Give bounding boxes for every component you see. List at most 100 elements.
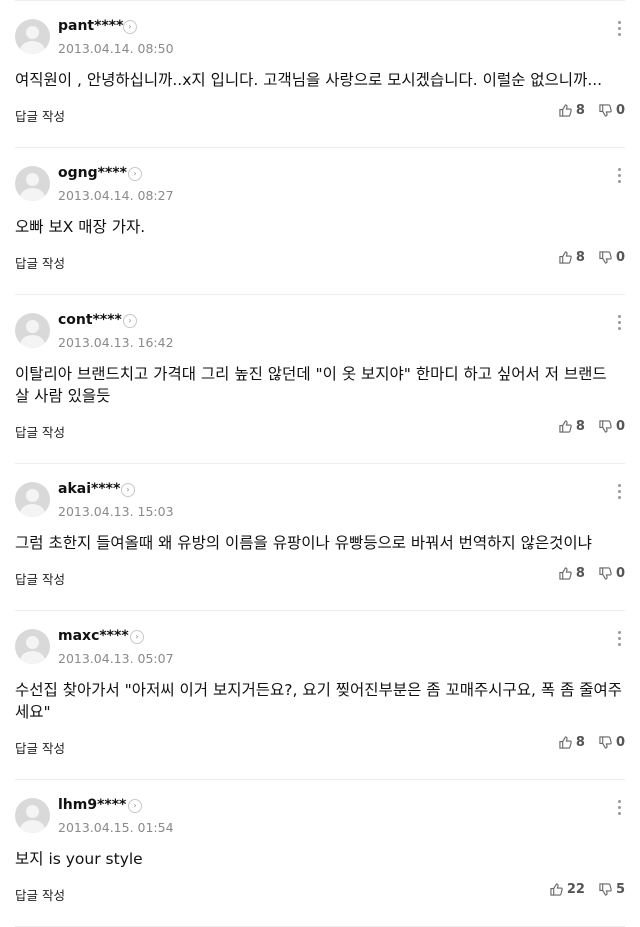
like-button[interactable]: 8 — [559, 103, 585, 118]
like-button[interactable]: 22 — [550, 882, 585, 897]
username[interactable]: maxc**** — [58, 628, 129, 644]
thumbs-down-icon — [599, 883, 612, 896]
thumbs-down-icon — [599, 736, 612, 749]
like-button[interactable]: 8 — [559, 419, 585, 434]
comment-footer: 답글 작성 22 5 — [15, 882, 625, 906]
avatar[interactable] — [15, 798, 50, 833]
comment-header: cont**** › 2013.04.13. 16:42 — [15, 295, 625, 354]
dislike-count: 5 — [615, 882, 625, 897]
comment-header: akai**** › 2013.04.13. 15:03 — [15, 464, 625, 523]
chevron-right-icon[interactable]: › — [130, 630, 144, 644]
like-button[interactable]: 8 — [559, 566, 585, 581]
avatar[interactable] — [15, 629, 50, 664]
dislike-button[interactable]: 0 — [599, 250, 625, 265]
like-count: 8 — [575, 250, 585, 265]
comment-header: maxc**** › 2013.04.13. 05:07 — [15, 611, 625, 670]
comment-text: 보지 is your style — [15, 850, 143, 868]
reply-button[interactable]: 답글 작성 — [15, 569, 65, 588]
thumbs-down-icon — [599, 420, 612, 433]
thumbs-up-icon — [559, 251, 572, 264]
comment-item: ogng**** › 2013.04.14. 08:27 오빠 보X 매장 가자… — [0, 148, 640, 274]
dislike-button[interactable]: 5 — [599, 882, 625, 897]
username[interactable]: ogng**** — [58, 165, 127, 181]
comment-text: 이탈리아 브랜드치고 가격대 그리 높진 않던데 "이 옷 보지야" 한마디 하… — [15, 365, 607, 405]
comment-text: 수선집 찾아가서 "아저씨 이거 보지거든요?, 요기 찢어진부분은 좀 꼬매주… — [15, 681, 623, 721]
more-options-icon[interactable] — [618, 484, 622, 502]
comment-date: 2013.04.13. 16:42 — [58, 335, 174, 350]
more-options-icon[interactable] — [618, 631, 622, 649]
comment-item: cont**** › 2013.04.13. 16:42 이탈리아 브랜드치고 … — [0, 295, 640, 443]
vote-group: 8 0 — [545, 103, 625, 118]
reply-button[interactable]: 답글 작성 — [15, 106, 65, 125]
comment-header: ogng**** › 2013.04.14. 08:27 — [15, 148, 625, 207]
like-count: 8 — [575, 566, 585, 581]
thumbs-up-icon — [559, 420, 572, 433]
comment-text: 여직원이 , 안녕하십니까..x지 입니다. 고객님을 사랑으로 모시겠습니다.… — [15, 71, 603, 89]
dislike-button[interactable]: 0 — [599, 419, 625, 434]
reply-button[interactable]: 답글 작성 — [15, 253, 65, 272]
dislike-count: 0 — [615, 103, 625, 118]
username[interactable]: pant**** — [58, 18, 123, 34]
like-count: 8 — [575, 735, 585, 750]
comment-footer: 답글 작성 8 0 — [15, 419, 625, 443]
like-count: 8 — [575, 419, 585, 434]
chevron-right-icon[interactable]: › — [121, 483, 135, 497]
comment-item: akai**** › 2013.04.13. 15:03 그럼 초한지 들여올때… — [0, 464, 640, 590]
thumbs-up-icon — [559, 736, 572, 749]
vote-group: 8 0 — [545, 419, 625, 434]
reply-button[interactable]: 답글 작성 — [15, 738, 65, 757]
comment-footer: 답글 작성 8 0 — [15, 735, 625, 759]
dislike-count: 0 — [615, 419, 625, 434]
username[interactable]: akai**** — [58, 481, 120, 497]
username[interactable]: lhm9**** — [58, 797, 126, 813]
comment-footer: 답글 작성 8 0 — [15, 566, 625, 590]
comment-list: pant**** › 2013.04.14. 08:50 여직원이 , 안녕하십… — [0, 0, 640, 927]
comment-date: 2013.04.15. 01:54 — [58, 820, 174, 835]
avatar[interactable] — [15, 166, 50, 201]
like-count: 22 — [566, 882, 585, 897]
dislike-button[interactable]: 0 — [599, 735, 625, 750]
comment-item: maxc**** › 2013.04.13. 05:07 수선집 찾아가서 "아… — [0, 611, 640, 759]
chevron-right-icon[interactable]: › — [123, 20, 137, 34]
chevron-right-icon[interactable]: › — [128, 799, 142, 813]
comment-item: lhm9**** › 2013.04.15. 01:54 보지 is your … — [0, 780, 640, 906]
dislike-button[interactable]: 0 — [599, 103, 625, 118]
more-options-icon[interactable] — [618, 315, 622, 333]
comment-date: 2013.04.13. 15:03 — [58, 504, 174, 519]
reply-button[interactable]: 답글 작성 — [15, 885, 65, 904]
thumbs-up-icon — [550, 883, 563, 896]
vote-group: 8 0 — [545, 250, 625, 265]
more-options-icon[interactable] — [618, 21, 622, 39]
avatar[interactable] — [15, 19, 50, 54]
thumbs-down-icon — [599, 104, 612, 117]
avatar[interactable] — [15, 482, 50, 517]
comment-date: 2013.04.14. 08:27 — [58, 188, 174, 203]
like-button[interactable]: 8 — [559, 735, 585, 750]
thumbs-up-icon — [559, 567, 572, 580]
comment-header: lhm9**** › 2013.04.15. 01:54 — [15, 780, 625, 839]
dislike-button[interactable]: 0 — [599, 566, 625, 581]
username[interactable]: cont**** — [58, 312, 122, 328]
chevron-right-icon[interactable]: › — [128, 167, 142, 181]
comment-text: 그럼 초한지 들여올때 왜 유방의 이름을 유팡이나 유빵등으로 바꿔서 번역하… — [15, 534, 592, 552]
like-count: 8 — [575, 103, 585, 118]
comment-footer: 답글 작성 8 0 — [15, 103, 625, 127]
vote-group: 8 0 — [545, 735, 625, 750]
thumbs-down-icon — [599, 567, 612, 580]
reply-button[interactable]: 답글 작성 — [15, 422, 65, 441]
vote-group: 8 0 — [545, 566, 625, 581]
dislike-count: 0 — [615, 735, 625, 750]
comment-footer: 답글 작성 8 0 — [15, 250, 625, 274]
more-options-icon[interactable] — [618, 800, 622, 818]
like-button[interactable]: 8 — [559, 250, 585, 265]
avatar[interactable] — [15, 313, 50, 348]
chevron-right-icon[interactable]: › — [123, 314, 137, 328]
comment-item: pant**** › 2013.04.14. 08:50 여직원이 , 안녕하십… — [0, 1, 640, 127]
dislike-count: 0 — [615, 566, 625, 581]
vote-group: 22 5 — [536, 882, 625, 897]
thumbs-up-icon — [559, 104, 572, 117]
more-options-icon[interactable] — [618, 168, 622, 186]
comment-date: 2013.04.14. 08:50 — [58, 41, 174, 56]
comment-date: 2013.04.13. 05:07 — [58, 651, 174, 666]
dislike-count: 0 — [615, 250, 625, 265]
